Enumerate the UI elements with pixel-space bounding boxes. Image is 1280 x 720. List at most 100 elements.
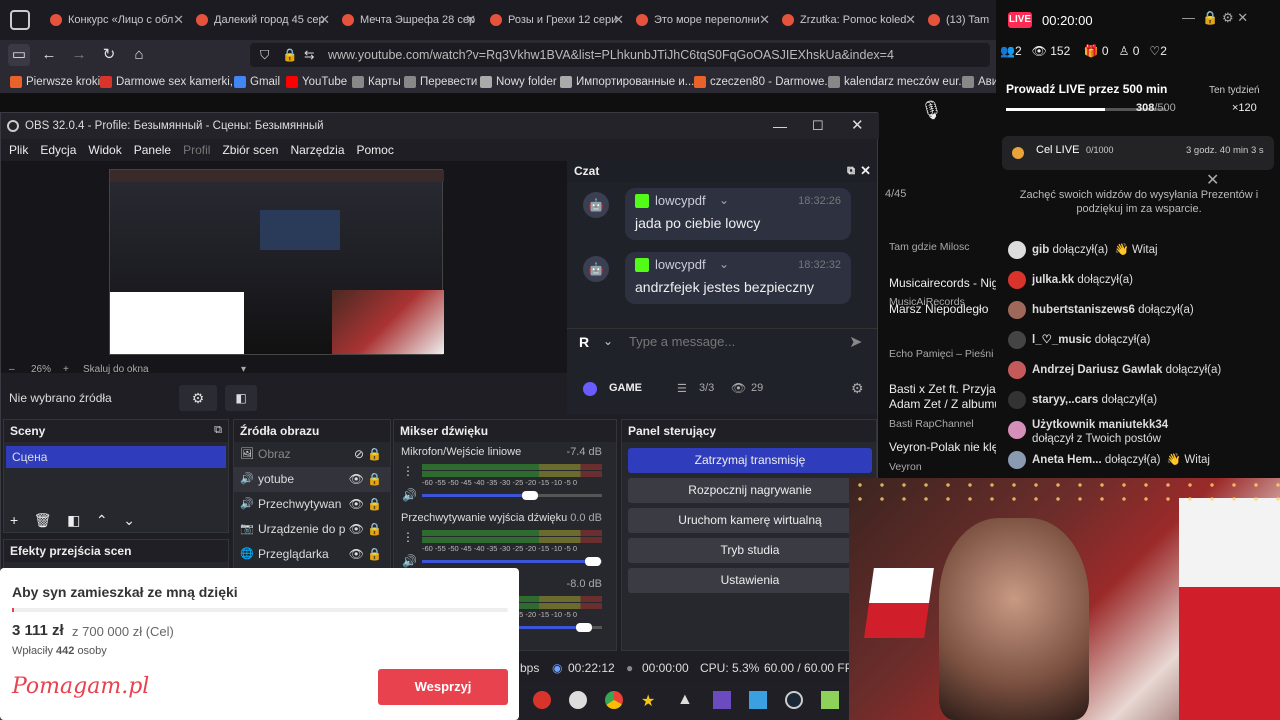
playlist-item-channel[interactable]: Tam gdzie Milosc <box>889 241 1009 253</box>
app-icon[interactable]: ▲ <box>677 691 693 709</box>
lock-icon[interactable]: 🔒 <box>367 467 382 492</box>
zoom-out-icon[interactable]: – <box>9 361 15 379</box>
welcome-button[interactable]: Witaj <box>1184 454 1210 466</box>
app-icon[interactable] <box>749 691 767 709</box>
chat-input[interactable]: Type a message... <box>629 334 839 352</box>
steam-icon[interactable] <box>785 691 803 709</box>
playlist-item-title[interactable]: Veyron-Polak nie klęka <box>889 440 1009 454</box>
zoom-in-icon[interactable]: + <box>63 361 69 379</box>
channel-menu-icon[interactable]: ⋮ <box>402 530 414 544</box>
menu-item[interactable]: Zbiór scen <box>222 143 278 157</box>
chat-username[interactable]: lowcypdf <box>655 193 706 208</box>
join-username[interactable]: Aneta Hem... <box>1032 454 1102 466</box>
bookmark-item[interactable]: Карты <box>352 70 401 93</box>
chat-close-icon[interactable]: ✕ <box>860 160 871 182</box>
tab-close-icon[interactable]: ✕ <box>905 6 916 34</box>
bookmark-item[interactable]: Импортированные и... <box>560 70 694 93</box>
visibility-eye-icon[interactable]: 👁 <box>349 467 364 492</box>
menu-item[interactable]: Widok <box>88 143 121 157</box>
source-item[interactable]: 🔊 yotube 👁 🔒 <box>234 467 390 492</box>
properties-gear-icon[interactable]: ⚙ <box>179 385 217 411</box>
control-button[interactable]: Zatrzymaj transmisję <box>628 448 872 473</box>
filters-icon[interactable]: ◧ <box>225 385 257 411</box>
panel-undock-icon[interactable]: ⧉ <box>214 424 222 437</box>
menu-item[interactable]: Narzędzia <box>290 143 344 157</box>
scene-item[interactable]: Сцена <box>6 446 226 468</box>
visibility-eye-icon[interactable]: ⊘ <box>354 442 364 467</box>
volume-handle[interactable] <box>576 623 592 632</box>
browser-tab[interactable]: Далекий город 45 сер ✕ <box>190 6 334 34</box>
lock-icon[interactable]: 🔒 <box>367 542 382 567</box>
app-icon[interactable] <box>569 691 587 709</box>
lock-icon[interactable]: 🔒 <box>367 492 382 517</box>
chrome-icon[interactable] <box>605 691 623 709</box>
lock-icon[interactable]: 🔒 <box>367 517 382 542</box>
kick-r-icon[interactable]: R <box>579 334 589 350</box>
chevron-down-icon[interactable]: ⌄ <box>603 334 613 348</box>
visibility-eye-icon[interactable]: 👁 <box>349 517 364 542</box>
reload-icon[interactable]: ↻ <box>98 44 120 66</box>
home-icon[interactable]: ⌂ <box>128 44 150 66</box>
preview-canvas[interactable] <box>109 169 444 355</box>
join-username[interactable]: gib <box>1032 244 1049 256</box>
volume-slider[interactable] <box>422 491 602 500</box>
preview-area[interactable] <box>1 161 567 373</box>
channel-menu-icon[interactable]: ⋮ <box>402 464 414 478</box>
playlist-item-channel[interactable]: Basti RapChannel <box>889 418 1009 430</box>
menu-item[interactable]: Panele <box>134 143 171 157</box>
goal-card[interactable]: Cel LIVE 0/1000 3 godz. 40 min 3 s <box>1002 136 1274 170</box>
app-icon[interactable] <box>533 691 551 709</box>
source-item[interactable]: 🌐 Przeglądarka 👁 🔒 <box>234 542 390 567</box>
welcome-button[interactable]: Witaj <box>1132 244 1158 256</box>
add-scene-icon[interactable]: + <box>10 512 18 528</box>
volume-handle[interactable] <box>522 491 538 500</box>
back-icon[interactable]: ← <box>38 44 60 66</box>
control-button[interactable]: Uruchom kamerę wirtualną <box>628 508 872 533</box>
tab-close-icon[interactable]: ✕ <box>173 6 184 34</box>
menu-item[interactable]: Profil <box>183 143 210 157</box>
tab-close-icon[interactable]: ✕ <box>319 6 330 34</box>
bookmark-item[interactable]: Gmail <box>234 70 280 93</box>
sidebar-toggle-icon[interactable] <box>10 10 30 30</box>
forward-icon[interactable]: → <box>68 44 90 66</box>
minimize-icon[interactable]: — <box>773 113 787 139</box>
join-username[interactable]: Użytkownik maniutekk34 <box>1032 419 1168 431</box>
volume-icon[interactable]: 🔊 <box>402 488 417 502</box>
mic-icon[interactable]: 🎙 <box>920 100 943 130</box>
move-down-icon[interactable]: ⌄ <box>123 512 135 528</box>
url-bar[interactable]: ⛉ 🔒 ⇆ www.youtube.com/watch?v=Rq3Vkhw1BV… <box>250 43 990 67</box>
maximize-icon[interactable]: ☐ <box>812 113 824 139</box>
browser-tab[interactable]: Zrzutka: Pomoc koled ✕ <box>776 6 920 34</box>
menu-item[interactable]: Pomoc <box>357 143 394 157</box>
browser-tab[interactable]: Мечта Эшрефа 28 сер ✕ <box>336 6 480 34</box>
window-controls[interactable]: — 🔒 ⚙ ✕ <box>1182 10 1248 26</box>
remove-scene-icon[interactable]: 🗑 <box>34 512 52 528</box>
playlist-item-title[interactable]: Musicairecords - Nigdy <box>889 276 1009 290</box>
join-username[interactable]: hubertstaniszews6 <box>1032 304 1135 316</box>
chat-settings-gear-icon[interactable]: ⚙ <box>851 380 864 397</box>
browser-tab[interactable]: Конкурс «Лицо с обл ✕ <box>44 6 188 34</box>
bookmark-item[interactable]: kalendarz meczów eur... <box>828 70 968 93</box>
browser-tab[interactable]: Розы и Грехи 12 сери ✕ <box>484 6 628 34</box>
bookmark-item[interactable]: czeczen80 - Darmowe... <box>694 70 834 93</box>
pomagam-logo[interactable]: Pomagam.pl <box>12 674 149 699</box>
source-item[interactable]: 🖼 Obraz ⊘ 🔒 <box>234 442 390 467</box>
playlist-item-title[interactable]: Marsz Niepodległo <box>889 302 1009 316</box>
playlist-item-channel[interactable]: Veyron <box>889 461 1009 473</box>
join-username[interactable]: julka.kk <box>1032 274 1074 286</box>
bookmark-item[interactable]: Pierwsze kroki <box>10 70 100 93</box>
bookmark-item[interactable]: YouTube <box>286 70 347 93</box>
app-icon[interactable] <box>713 691 731 709</box>
control-button[interactable]: Rozpocznij nagrywanie <box>628 478 872 503</box>
close-icon[interactable]: ✕ <box>851 113 864 139</box>
chat-undock-icon[interactable]: ⧉ <box>847 160 855 182</box>
join-username[interactable]: staryy,..cars <box>1032 394 1098 406</box>
scene-filters-icon[interactable]: ◧ <box>67 512 80 528</box>
scale-label[interactable]: Skaluj do okna <box>83 361 149 379</box>
menu-item[interactable]: Edycja <box>40 143 76 157</box>
tab-close-icon[interactable]: ✕ <box>759 6 770 34</box>
sidebar-icon[interactable]: ▭ <box>8 44 30 66</box>
browser-tab[interactable]: Это море переполни ✕ <box>630 6 774 34</box>
chevron-down-icon[interactable]: ⌄ <box>719 257 729 271</box>
chevron-down-icon[interactable]: ⌄ <box>719 193 729 207</box>
